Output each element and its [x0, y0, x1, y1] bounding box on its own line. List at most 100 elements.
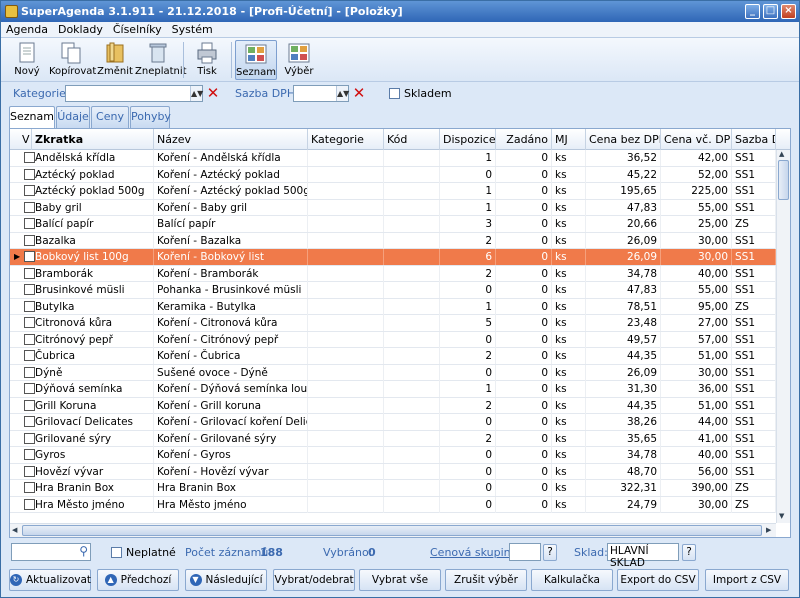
invalid-checkbox[interactable]: [111, 547, 122, 558]
scroll-right-icon[interactable]: ▶: [766, 526, 771, 534]
col-zadano[interactable]: Zadáno: [496, 129, 552, 150]
close-button[interactable]: ×: [781, 4, 796, 19]
copy-button[interactable]: Kopírovat: [49, 40, 96, 80]
table-row[interactable]: Čubrica Koření - Čubrica 2 0 ks 44,35 51,00 SS1: [10, 348, 776, 365]
menu-doklady[interactable]: Doklady: [53, 22, 108, 37]
cell-kategorie: [308, 414, 384, 430]
col-v[interactable]: V: [10, 129, 32, 150]
toolbar-separator: [183, 42, 184, 78]
menu-system[interactable]: Systém: [167, 22, 218, 37]
col-sazba[interactable]: Sazba DPH: [732, 129, 776, 150]
price-group-label[interactable]: Cenová skupina:: [430, 546, 521, 559]
cancel-selection-button[interactable]: Zrušit výběr: [445, 569, 527, 591]
scroll-left-icon[interactable]: ◀: [12, 526, 17, 534]
export-csv-button[interactable]: Export do CSV: [617, 569, 699, 591]
table-row[interactable]: Hovězí vývar Koření - Hovězí vývar 0 0 ks 48,…: [10, 463, 776, 480]
cell-zkratka: Bobkový list 100g: [32, 249, 154, 265]
scroll-down-icon[interactable]: ▼: [779, 512, 784, 520]
vertical-scroll-thumb[interactable]: [778, 160, 789, 200]
refresh-button[interactable]: ↻ Aktualizovat: [9, 569, 91, 591]
price-group-input[interactable]: [509, 543, 541, 561]
menu-ciselniky[interactable]: Číselníky: [108, 22, 167, 37]
cell-cena-vc: 44,00: [661, 414, 732, 430]
quick-search-input[interactable]: ⚲: [11, 543, 91, 561]
import-csv-button[interactable]: Import z CSV: [705, 569, 789, 591]
cell-mj: ks: [552, 381, 586, 397]
tab-pohyby[interactable]: Pohyby: [130, 106, 171, 128]
prev-button[interactable]: ▲ Předchozí: [97, 569, 179, 591]
scroll-up-icon[interactable]: ▲: [779, 150, 784, 158]
edit-button[interactable]: Změnit: [95, 40, 135, 80]
menu-agenda[interactable]: Agenda: [1, 22, 53, 37]
table-row[interactable]: Grill Koruna Koření - Grill koruna 2 0 ks 44,…: [10, 397, 776, 414]
col-cena-bez[interactable]: Cena bez DPH: [586, 129, 661, 150]
category-select[interactable]: ▲▼: [65, 85, 203, 102]
table-row[interactable]: Dýně Sušené ovoce - Dýně 0 0 ks 26,09 30,00 SS1: [10, 364, 776, 381]
clear-vat-icon[interactable]: ✕: [351, 85, 367, 101]
table-row[interactable]: Balící papír Balící papír 3 0 ks 20,66 25,00 ZS: [10, 216, 776, 233]
col-dispozice[interactable]: Dispozice: [440, 129, 496, 150]
tab-ceny[interactable]: Ceny: [91, 106, 129, 128]
new-button[interactable]: Nový: [7, 40, 47, 80]
clear-category-icon[interactable]: ✕: [205, 85, 221, 101]
edit-folder-icon: [104, 42, 126, 64]
maximize-button[interactable]: □: [763, 4, 778, 19]
cell-sazba: SS1: [732, 265, 776, 282]
table-row[interactable]: Hra Branin Box Hra Branin Box 0 0 ks 322,31 39…: [10, 480, 776, 497]
table-row[interactable]: Bazalka Koření - Bazalka 2 0 ks 26,09 30,00 SS1: [10, 232, 776, 249]
col-cena-vc[interactable]: Cena vč. DPH: [661, 129, 732, 150]
tab-udaje[interactable]: Údaje: [56, 106, 90, 128]
row-pointer-icon: ▶: [14, 252, 21, 261]
next-button[interactable]: ▼ Následující: [185, 569, 267, 591]
cell-nazev: Koření - Hovězí vývar: [154, 463, 308, 480]
table-row[interactable]: ▶ Bobkový list 100g Koření - Bobkový list 6…: [10, 249, 776, 266]
toggle-select-button[interactable]: Vybrat/odebrat: [273, 569, 355, 591]
table-row[interactable]: Andělská křídla Koření - Andělská křídla 1…: [10, 150, 776, 167]
col-kod[interactable]: Kód: [384, 129, 440, 150]
printer-icon: [196, 42, 218, 64]
col-kategorie[interactable]: Kategorie: [308, 129, 384, 150]
table-row[interactable]: Butylka Keramika - Butylka 1 0 ks 78,51 95,00 Z…: [10, 298, 776, 315]
stock-checkbox[interactable]: [389, 88, 400, 99]
table-row[interactable]: Aztécký poklad 500g Koření - Aztécký pokl…: [10, 183, 776, 200]
col-mj[interactable]: MJ: [552, 129, 586, 150]
horizontal-scroll-thumb[interactable]: [22, 525, 762, 536]
table-row[interactable]: Gyros Koření - Gyros 0 0 ks 34,78 40,00 SS1: [10, 447, 776, 464]
cell-cena-vc: 95,00: [661, 298, 732, 315]
invalidate-button[interactable]: Zneplatnit: [135, 40, 187, 80]
search-icon[interactable]: ⚲: [79, 544, 88, 558]
print-button[interactable]: Tisk: [187, 40, 227, 80]
cell-dispozice: 2: [440, 430, 496, 447]
select-view-button[interactable]: Výběr: [279, 40, 319, 80]
table-row[interactable]: Bramborák Koření - Bramborák 2 0 ks 34,78 40,0…: [10, 265, 776, 282]
table-row[interactable]: Grilované sýry Koření - Grilované sýry 2 0 k…: [10, 430, 776, 447]
cell-kategorie: [308, 199, 384, 216]
table-row[interactable]: Hra Město jméno Hra Město jméno 0 0 ks 24,79 3…: [10, 496, 776, 513]
spin-icon[interactable]: ▲▼: [190, 86, 203, 101]
store-input[interactable]: HLAVNÍ SKLAD: [607, 543, 679, 569]
cell-kategorie: [308, 265, 384, 282]
table-row[interactable]: Citrónový pepř Koření - Citrónový pepř 0 0 k…: [10, 331, 776, 348]
select-all-button[interactable]: Vybrat vše: [359, 569, 441, 591]
vertical-scrollbar[interactable]: ▲ ▼: [776, 150, 790, 523]
table-row[interactable]: Dýňová semínka Koření - Dýňová semínka lo…: [10, 381, 776, 398]
col-nazev[interactable]: Název: [154, 129, 308, 150]
horizontal-scrollbar[interactable]: ◀ ▶: [10, 523, 776, 537]
calculator-button[interactable]: Kalkulačka: [531, 569, 613, 591]
spin-icon[interactable]: ▲▼: [336, 86, 349, 101]
grid-rows: Andělská křídla Koření - Andělská křídla 1…: [10, 150, 776, 523]
cell-kod: [384, 183, 440, 199]
table-row[interactable]: Baby gril Koření - Baby gril 1 0 ks 47,83 55,0…: [10, 199, 776, 216]
tab-seznam[interactable]: Seznam: [9, 106, 55, 129]
store-help-button[interactable]: ?: [682, 544, 696, 561]
table-row[interactable]: Brusinkové müsli Pohanka - Brusinkové müs…: [10, 282, 776, 299]
price-group-help-button[interactable]: ?: [543, 544, 557, 561]
col-zkratka[interactable]: Zkratka: [32, 129, 154, 150]
table-row[interactable]: Aztécký poklad Koření - Aztécký poklad 0 0 k…: [10, 166, 776, 183]
table-row[interactable]: Citronová kůra Koření - Citronová kůra 5 0 k…: [10, 315, 776, 332]
cell-kategorie: [308, 331, 384, 348]
vat-select[interactable]: ▲▼: [293, 85, 349, 102]
table-row[interactable]: Grilovací Delicates Koření - Grilovací ko…: [10, 414, 776, 431]
list-view-button[interactable]: Seznam: [235, 40, 277, 80]
minimize-button[interactable]: _: [745, 4, 760, 19]
